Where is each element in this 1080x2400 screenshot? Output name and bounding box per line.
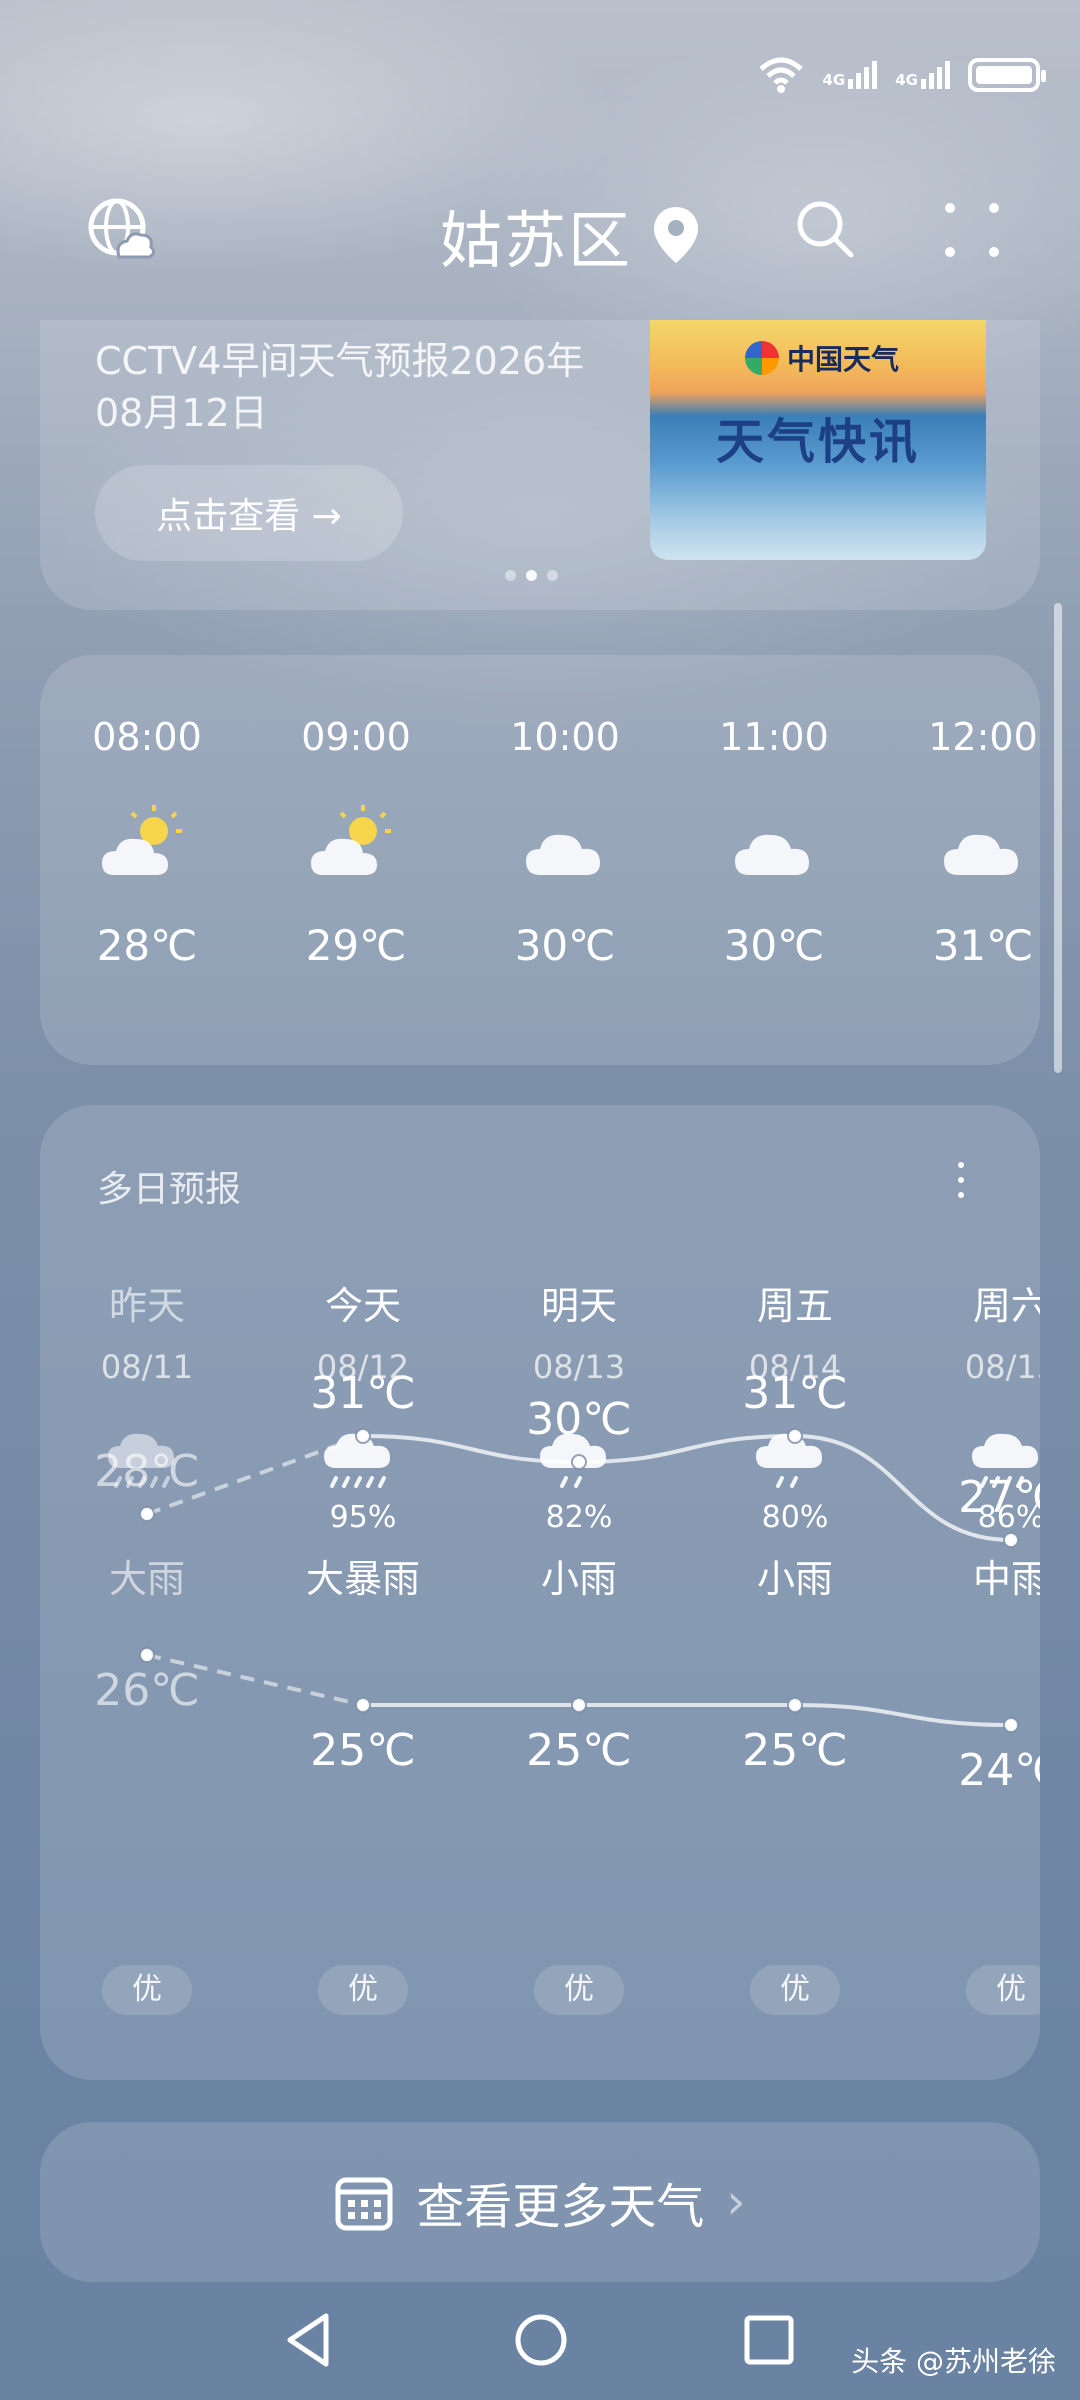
hour-temp: 29℃ (305, 921, 407, 970)
carousel-dot-active (526, 570, 537, 581)
more-weather-label: 查看更多天气 (416, 2179, 705, 2235)
location-pin-icon (654, 207, 699, 263)
more-options-icon[interactable] (945, 203, 1001, 259)
city-name: 姑苏区 (440, 204, 633, 277)
hourly-item: 08:00 28℃ (72, 715, 222, 970)
battery-icon (968, 58, 1046, 92)
wifi-icon (758, 57, 803, 93)
aqi-badge[interactable]: 优 (966, 1965, 1040, 2015)
signal-4g-1: 4G (823, 61, 878, 89)
low-temp-label: 25℃ (742, 1725, 847, 1776)
daily-forecast-card[interactable]: 多日预报 昨天 08/11 大雨 今天 08/12 95% 大暴雨 明天 08/… (40, 1105, 1040, 2080)
sun-cloud-icon (281, 799, 431, 889)
scrollbar[interactable] (1054, 603, 1062, 1073)
high-temp-label: 28℃ (94, 1446, 199, 1497)
hour-time: 11:00 (719, 715, 829, 759)
temp-point (139, 1647, 155, 1663)
temp-curve-line (362, 1433, 1012, 1542)
china-weather-logo-icon (745, 341, 779, 375)
low-temp-label: 25℃ (526, 1725, 631, 1776)
china-weather-logo: 中国天气 (745, 338, 899, 378)
temp-point (1003, 1532, 1019, 1548)
temp-point (571, 1697, 587, 1713)
recents-icon[interactable] (743, 2314, 795, 2366)
temp-point (355, 1697, 371, 1713)
temperature-curve: 28℃ 31℃ 30℃ 31℃ 27℃ 26℃ 25℃ 25℃ 25℃ 24℃ (94, 1368, 1040, 1796)
signal-4g-2: 4G (895, 61, 950, 89)
aqi-badge[interactable]: 优 (102, 1965, 192, 2015)
home-icon[interactable] (513, 2312, 569, 2368)
hourly-forecast-card[interactable]: 08:00 28℃ 09:00 29℃ 10:00 30℃ 11:00 30℃ … (40, 655, 1040, 1065)
high-temp-label: 30℃ (526, 1394, 631, 1445)
carousel-dot (547, 570, 558, 581)
aqi-badge[interactable]: 优 (534, 1965, 624, 2015)
view-news-button[interactable]: 点击查看 → (95, 465, 403, 561)
hourly-item: 10:00 30℃ (490, 715, 640, 970)
temp-point (571, 1454, 587, 1470)
temp-point (139, 1506, 155, 1522)
low-temp-label: 26℃ (94, 1665, 199, 1716)
carousel-dot (505, 570, 516, 581)
temp-curve-line (362, 1703, 1012, 1727)
low-temp-label: 24℃ (958, 1745, 1040, 1796)
hour-time: 09:00 (301, 715, 411, 759)
calendar-icon (335, 2177, 393, 2231)
aqi-badge[interactable]: 优 (750, 1965, 840, 2015)
hour-time: 10:00 (510, 715, 620, 759)
sun-cloud-icon (72, 799, 222, 889)
temp-point (787, 1697, 803, 1713)
watermark: 头条 @苏州老徐 (851, 2345, 1056, 2378)
hour-temp: 28℃ (96, 921, 198, 970)
temp-point (1003, 1717, 1019, 1733)
high-temp-label: 27℃ (958, 1472, 1040, 1523)
hour-temp: 30℃ (514, 921, 616, 970)
cloud-icon (699, 799, 849, 889)
cloud-icon (490, 799, 640, 889)
more-weather-button[interactable]: 查看更多天气 › (40, 2122, 1040, 2282)
hour-time: 12:00 (928, 715, 1038, 759)
high-temp-label: 31℃ (310, 1368, 415, 1419)
hour-temp: 31℃ (932, 921, 1034, 970)
chevron-right-icon: › (726, 2174, 746, 2230)
high-temp-label: 31℃ (742, 1368, 847, 1419)
temp-point (787, 1428, 803, 1444)
hourly-item: 09:00 29℃ (281, 715, 431, 970)
aqi-badge[interactable]: 优 (318, 1965, 408, 2015)
hour-temp: 30℃ (723, 921, 825, 970)
back-icon[interactable] (282, 2310, 334, 2370)
header: 姑苏区 (0, 185, 1080, 277)
news-thumbnail[interactable]: 中国天气 天气快讯 (650, 320, 986, 560)
status-bar: 4G 4G (757, 55, 1046, 95)
cloud-icon (908, 799, 1040, 889)
low-temp-label: 25℃ (310, 1725, 415, 1776)
thumbnail-logo-text: 中国天气 (787, 343, 900, 376)
news-card[interactable]: CCTV4早间天气预报2026年08月12日 点击查看 → 中国天气 天气快讯 (40, 320, 1040, 610)
hourly-item: 11:00 30℃ (699, 715, 849, 970)
carousel-indicator (505, 570, 558, 581)
hour-time: 08:00 (92, 715, 202, 759)
hourly-item: 12:00 31℃ (908, 715, 1040, 970)
search-icon[interactable] (793, 197, 857, 261)
temp-point (355, 1428, 371, 1444)
news-title: CCTV4早间天气预报2026年08月12日 (95, 339, 585, 435)
location-selector[interactable]: 姑苏区 (440, 190, 700, 280)
city-management-globe-icon[interactable] (85, 195, 155, 265)
thumbnail-headline: 天气快讯 (715, 414, 920, 470)
